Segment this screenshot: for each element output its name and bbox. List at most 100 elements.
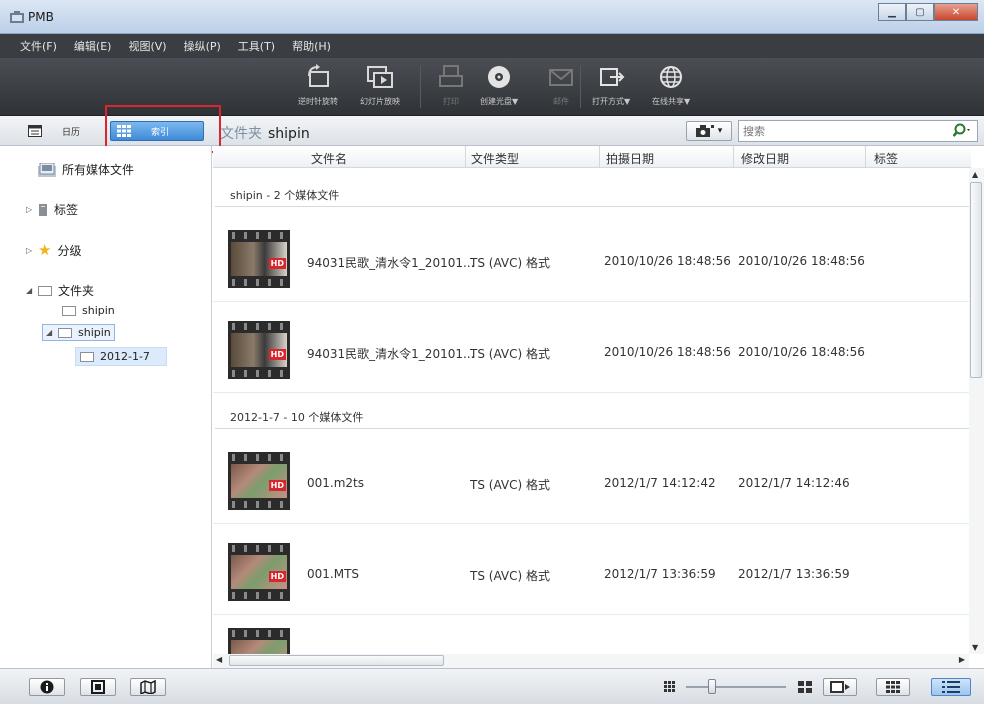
grid-view-button[interactable] [876, 678, 910, 696]
disc-icon [488, 66, 511, 88]
mail-icon [549, 69, 573, 86]
toolbar-separator [580, 66, 581, 108]
column-separator[interactable] [733, 146, 734, 168]
sidebar-item-tags[interactable]: ▷ 标签 [26, 201, 78, 218]
close-icon: ✕ [951, 6, 961, 18]
globe-icon [660, 66, 683, 88]
menu-file[interactable]: 文件(F) [20, 38, 57, 54]
cell-modified-date: 2012/1/7 14:12:46 [738, 476, 850, 490]
sidebar-item-folder-shipin[interactable]: shipin [62, 304, 115, 317]
window-title: PMB [28, 10, 54, 24]
search-icon[interactable] [953, 123, 973, 139]
slider-knob[interactable] [708, 679, 716, 694]
hd-badge: HD [268, 480, 286, 491]
expand-arrow-icon[interactable]: ▷ [26, 246, 38, 255]
collapse-arrow-icon[interactable]: ◢ [46, 328, 58, 337]
create-disc-button[interactable]: 创建光盘▼ [480, 64, 518, 107]
open-with-button[interactable]: 打开方式▼ [592, 64, 630, 107]
title-bar: PMB ▁ ▢ ✕ [0, 0, 984, 34]
horizontal-scrollbar[interactable]: ◀ ▶ [213, 654, 969, 668]
print-icon [439, 65, 463, 87]
cell-filetype: TS (AVC) 格式 [470, 569, 550, 583]
sidebar-item-ratings[interactable]: ▷ ★ 分级 [26, 241, 81, 259]
video-thumbnail: HD [228, 543, 290, 601]
sidebar-item-folder-shipin-expanded[interactable]: ◢ shipin [42, 324, 115, 341]
cell-shot-date: 2010/10/26 18:48:56 [604, 254, 731, 268]
grid-icon [886, 681, 900, 693]
search-box [738, 120, 978, 142]
expand-arrow-icon[interactable]: ▷ [26, 205, 38, 214]
view-image-button[interactable] [80, 678, 116, 696]
calendar-icon [28, 125, 42, 137]
image-frame-icon [91, 680, 105, 694]
sidebar: 所有媒体文件 ▷ 标签 ▷ ★ 分级 ◢ 文件夹 shipin ◢ shipin… [0, 146, 212, 668]
hd-badge: HD [268, 349, 286, 360]
sidebar-item-folder-2012-1-7[interactable]: 2012-1-7 [75, 347, 167, 366]
scrollbar-thumb[interactable] [229, 655, 444, 666]
menu-help[interactable]: 帮助(H) [292, 38, 331, 54]
status-bar [0, 668, 984, 704]
column-modified-date[interactable]: 修改日期 [741, 150, 789, 167]
app-icon [10, 11, 24, 23]
table-row[interactable]: HD 94031民歌_清水令1_20101... TS (AVC) 格式 201… [213, 212, 969, 302]
collapse-arrow-icon[interactable]: ◢ [26, 286, 38, 295]
cell-shot-date: 2012/1/7 14:12:42 [604, 476, 716, 490]
star-icon: ★ [38, 241, 52, 259]
vertical-scrollbar[interactable]: ▲ ▼ [969, 168, 984, 654]
group-divider [215, 428, 969, 429]
column-separator[interactable] [465, 146, 466, 168]
info-button[interactable] [29, 678, 65, 696]
column-separator[interactable] [599, 146, 600, 168]
menu-view[interactable]: 视图(V) [128, 38, 166, 54]
hd-badge: HD [268, 258, 286, 269]
table-row[interactable]: HD 94031民歌_清水令1_20101... TS (AVC) 格式 201… [213, 303, 969, 393]
cell-filetype: TS (AVC) 格式 [470, 256, 550, 270]
scroll-down-icon[interactable]: ▼ [972, 643, 978, 652]
media-list: 文件名 文件类型 拍摄日期 修改日期 标签 shipin - 2 个媒体文件 H… [213, 146, 984, 668]
minimize-icon: ▁ [888, 6, 896, 18]
info-icon [40, 680, 54, 694]
email-button[interactable]: 邮件 [546, 64, 576, 107]
breadcrumb-folder[interactable]: shipin [268, 126, 310, 142]
menu-operate[interactable]: 操纵(P) [184, 38, 221, 54]
scroll-up-icon[interactable]: ▲ [972, 170, 978, 179]
slideshow-button[interactable]: 幻灯片放映 [360, 64, 400, 107]
sidebar-item-all-media[interactable]: 所有媒体文件 [38, 161, 134, 178]
scroll-left-icon[interactable]: ◀ [216, 655, 222, 664]
group-divider [215, 206, 969, 207]
map-button[interactable] [130, 678, 166, 696]
maximize-button[interactable]: ▢ [906, 3, 934, 21]
column-shot-date[interactable]: 拍摄日期 [606, 150, 654, 167]
column-filetype[interactable]: 文件类型 [471, 150, 519, 167]
folder-icon [58, 328, 72, 338]
small-thumbnails-icon[interactable] [664, 681, 678, 693]
chevron-down-icon: ▾ [717, 126, 723, 136]
column-tags[interactable]: 标签 [874, 150, 898, 167]
table-row[interactable]: HD 001.m2ts TS (AVC) 格式 2012/1/7 14:12:4… [213, 434, 969, 524]
tab-calendar[interactable]: 日历 [22, 121, 86, 141]
scroll-right-icon[interactable]: ▶ [959, 655, 965, 664]
online-share-button[interactable]: 在线共享▼ [652, 64, 690, 107]
thumbnail-size-slider[interactable] [686, 679, 786, 694]
scrollbar-thumb[interactable] [970, 182, 982, 378]
column-separator[interactable] [865, 146, 866, 168]
close-button[interactable]: ✕ [934, 3, 978, 21]
menu-tools[interactable]: 工具(T) [238, 38, 275, 54]
large-thumbnails-icon[interactable] [798, 681, 812, 693]
cell-filename: 94031民歌_清水令1_20101... [307, 347, 475, 361]
cell-shot-date: 2010/10/26 18:48:56 [604, 345, 731, 359]
table-row[interactable]: HD 001.MTS TS (AVC) 格式 2012/1/7 13:36:59… [213, 525, 969, 615]
column-filename[interactable]: 文件名 [311, 150, 347, 167]
rotate-button[interactable]: 逆时针旋转 [298, 64, 338, 107]
details-view-button[interactable] [931, 678, 971, 696]
search-input[interactable] [739, 121, 939, 141]
cell-modified-date: 2010/10/26 18:48:56 [738, 254, 865, 268]
import-button[interactable]: ▾ [686, 121, 732, 141]
cell-filename: 94031民歌_清水令1_20101... [307, 256, 475, 270]
sidebar-item-folders[interactable]: ◢ 文件夹 [26, 282, 94, 299]
cell-modified-date: 2012/1/7 13:36:59 [738, 567, 850, 581]
print-button[interactable]: 打印 [436, 64, 466, 107]
filmstrip-view-button[interactable] [823, 678, 857, 696]
menu-edit[interactable]: 编辑(E) [74, 38, 112, 54]
minimize-button[interactable]: ▁ [878, 3, 906, 21]
